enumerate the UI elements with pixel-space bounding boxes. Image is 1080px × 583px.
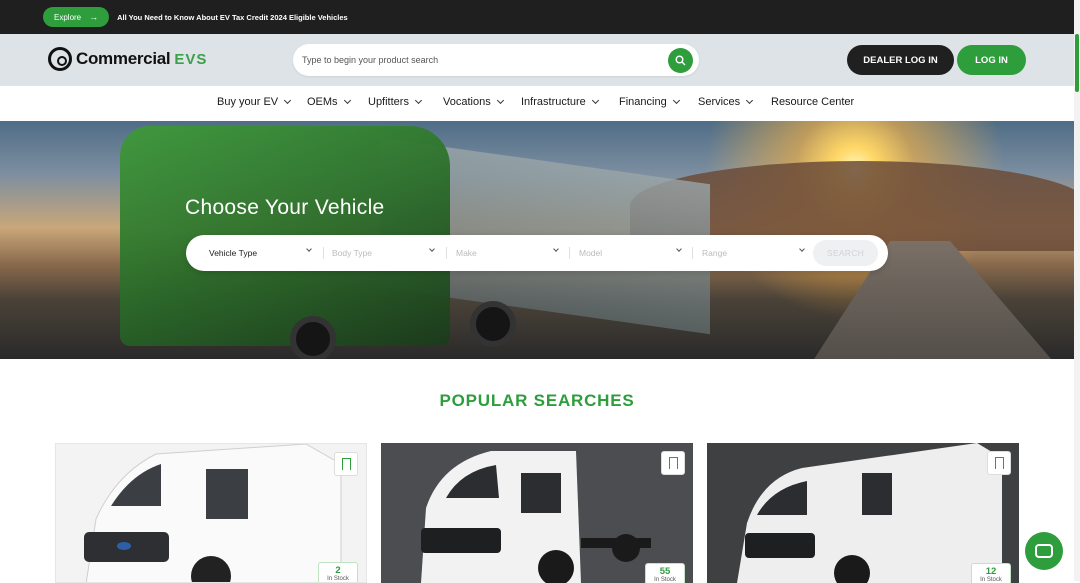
- nav-label: Services: [698, 96, 741, 108]
- chevron-down-icon: [496, 96, 504, 105]
- announcement-bar: Explore → All You Need to Know About EV …: [0, 0, 1074, 34]
- hero-title: Choose Your Vehicle: [185, 196, 385, 219]
- site-logo[interactable]: Commercial EVS: [48, 47, 207, 71]
- hero-banner: Choose Your Vehicle Vehicle Type Body Ty…: [0, 121, 1074, 359]
- stock-count: 2: [335, 565, 341, 576]
- nav-label: Upfitters: [368, 96, 409, 108]
- arrow-right-icon: →: [89, 12, 99, 22]
- bookmark-icon: [994, 457, 1004, 469]
- chevron-down-icon: [306, 246, 312, 252]
- bookmark-button[interactable]: [661, 451, 685, 475]
- divider: [323, 247, 324, 259]
- chevron-down-icon: [746, 96, 754, 105]
- divider: [692, 247, 693, 259]
- stock-label: In Stock: [980, 577, 1002, 583]
- explore-button[interactable]: Explore →: [43, 7, 110, 27]
- make-select[interactable]: Make: [456, 235, 564, 271]
- search-button[interactable]: [668, 48, 693, 73]
- popular-searches-title: POPULAR SEARCHES: [439, 391, 635, 410]
- stock-count: 12: [985, 566, 997, 577]
- model-select[interactable]: Model: [579, 235, 687, 271]
- nav-label: Buy your EV: [217, 96, 279, 108]
- nav-label: Resource Center: [771, 96, 855, 108]
- bookmark-button[interactable]: [987, 451, 1011, 475]
- nav-buy-your-ev[interactable]: Buy your EV: [217, 96, 292, 108]
- filter-label: Make: [456, 248, 477, 258]
- product-search: [293, 44, 699, 76]
- chevron-down-icon: [799, 246, 805, 252]
- chevron-down-icon: [672, 96, 680, 105]
- chat-button[interactable]: [1025, 532, 1063, 570]
- chevron-down-icon: [553, 246, 559, 252]
- filter-label: Body Type: [332, 248, 373, 258]
- stock-badge: 2 In Stock: [318, 562, 358, 582]
- nav-label: OEMs: [307, 96, 338, 108]
- filter-label: Vehicle Type: [209, 248, 258, 258]
- popular-card-ford-van[interactable]: 2 In Stock: [55, 443, 367, 583]
- nav-label: Infrastructure: [521, 96, 586, 108]
- divider: [569, 247, 570, 259]
- logo-mark-icon: [48, 47, 72, 71]
- search-input[interactable]: [302, 44, 662, 76]
- vehicle-type-select[interactable]: Vehicle Type: [209, 235, 317, 271]
- stock-label: In Stock: [327, 576, 349, 582]
- body-type-select[interactable]: Body Type: [332, 235, 440, 271]
- stock-badge: 55 In Stock: [645, 563, 685, 583]
- scrollbar-thumb[interactable]: [1075, 34, 1079, 92]
- chevron-down-icon: [343, 96, 351, 105]
- explore-label: Explore: [54, 12, 82, 22]
- popular-card-honda-cab-chassis[interactable]: 55 In Stock: [381, 443, 693, 583]
- cab-chassis-image: [421, 451, 651, 583]
- nav-label: Vocations: [443, 96, 491, 108]
- chevron-down-icon: [284, 96, 292, 105]
- vehicle-filter-bar: Vehicle Type Body Type Make Model Range …: [186, 235, 888, 271]
- main-nav: Buy your EV OEMs Upfitters Vocations Inf…: [0, 86, 1074, 121]
- bookmark-button[interactable]: [334, 452, 358, 476]
- chevron-down-icon: [591, 96, 599, 105]
- login-button[interactable]: LOG IN: [957, 45, 1026, 75]
- chevron-down-icon: [676, 246, 682, 252]
- nav-upfitters[interactable]: Upfitters: [368, 96, 423, 108]
- search-icon: [675, 55, 686, 66]
- bookmark-icon: [668, 457, 678, 469]
- tax-credit-link[interactable]: All You Need to Know About EV Tax Credit…: [117, 13, 348, 22]
- range-select[interactable]: Range: [702, 235, 810, 271]
- divider: [446, 247, 447, 259]
- nav-vocations[interactable]: Vocations: [443, 96, 504, 108]
- filter-label: Model: [579, 248, 603, 258]
- nav-label: Financing: [619, 96, 667, 108]
- logo-text: Commercial: [76, 49, 171, 68]
- nav-financing[interactable]: Financing: [619, 96, 680, 108]
- logo-ev-text: EVS: [174, 50, 208, 68]
- site-header: Commercial EVS DEALER LOG IN LOG IN: [0, 34, 1074, 86]
- chat-icon: [1035, 544, 1053, 558]
- filter-search-button[interactable]: SEARCH: [813, 240, 878, 266]
- nav-infrastructure[interactable]: Infrastructure: [521, 96, 599, 108]
- nav-services[interactable]: Services: [698, 96, 754, 108]
- nav-resource-center[interactable]: Resource Center: [771, 96, 854, 108]
- stock-badge: 12 In Stock: [971, 563, 1011, 583]
- stock-label: In Stock: [654, 577, 676, 583]
- stock-count: 55: [659, 566, 671, 577]
- hero-wheel: [470, 301, 516, 347]
- bookmark-icon: [341, 458, 351, 470]
- chevron-down-icon: [429, 246, 435, 252]
- popular-card-ram-van[interactable]: 12 In Stock: [707, 443, 1019, 583]
- hero-wheel: [290, 316, 336, 359]
- chevron-down-icon: [414, 96, 423, 105]
- nav-oems[interactable]: OEMs: [307, 96, 351, 108]
- filter-label: Range: [702, 248, 728, 258]
- ram-van-image: [737, 443, 1002, 583]
- dealer-login-button[interactable]: DEALER LOG IN: [847, 45, 954, 75]
